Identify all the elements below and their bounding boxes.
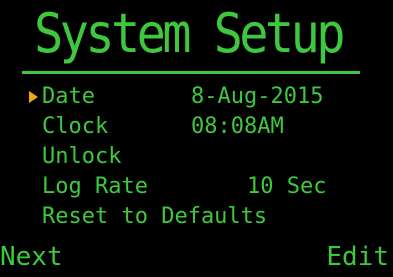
menu-item-label: Date (42, 84, 95, 109)
edit-softkey[interactable]: Edit (326, 239, 389, 275)
next-softkey[interactable]: Next (0, 239, 63, 275)
menu-item-date[interactable]: Date 8-Aug-2015 (0, 82, 393, 112)
menu-item-label: Unlock (42, 144, 122, 169)
menu-item-unlock[interactable]: Unlock (0, 142, 393, 172)
log-rate-value: 10 Sec (247, 174, 327, 199)
screen-title: System Setup (34, 6, 346, 65)
softkey-bar: Next Edit (0, 239, 393, 275)
title-bar: System Setup (22, 6, 360, 71)
title-underline (22, 71, 360, 74)
selection-arrow-icon (29, 91, 38, 103)
menu-item-clock[interactable]: Clock 08:08AM (0, 112, 393, 142)
clock-value: 08:08AM (191, 114, 284, 139)
date-value: 8-Aug-2015 (191, 84, 324, 109)
menu-item-label: Log Rate (42, 174, 148, 199)
menu-item-label: Clock (42, 114, 109, 139)
menu-item-reset-to-defaults[interactable]: Reset to Defaults (0, 202, 393, 232)
menu-item-log-rate[interactable]: Log Rate 10 Sec (0, 172, 393, 202)
menu-item-label: Reset to Defaults (42, 204, 268, 229)
device-screen: System Setup Date 8-Aug-2015 Clock 08:08… (0, 0, 393, 277)
